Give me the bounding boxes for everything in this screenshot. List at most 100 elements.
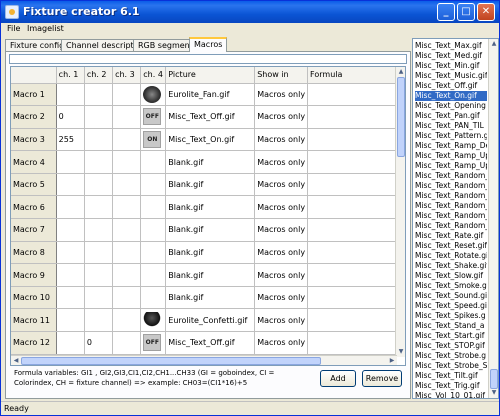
ch2-cell[interactable] [84, 150, 114, 174]
scroll-down-arrow-icon[interactable]: ▼ [396, 347, 405, 357]
image-list-item[interactable]: Misc_Text_Tilt.gif [415, 371, 487, 381]
image-list-item[interactable]: Misc_Text_Max.gif [415, 41, 487, 51]
picture-cell[interactable]: Eurolite_Fan.gif [165, 83, 256, 107]
image-list-item[interactable]: Misc_Text_Strobe.g [415, 351, 487, 361]
add-button[interactable]: Add [320, 370, 356, 387]
ch2-cell[interactable] [84, 195, 114, 220]
ch1-cell[interactable] [56, 195, 85, 220]
ch3-cell[interactable] [112, 83, 142, 107]
grid-header-ch1[interactable]: ch. 1 [56, 67, 85, 84]
row-header[interactable]: Macro 9 [11, 263, 57, 287]
image-list-scrollbar[interactable]: ▲ ▼ [488, 39, 498, 398]
table-row[interactable]: Macro 7 Blank.gif Macros only [11, 218, 405, 242]
grid-header-show-in[interactable]: Show in [254, 67, 309, 84]
image-list-item[interactable]: Misc_Text_Random_ [415, 201, 487, 211]
maximize-button[interactable]: □ [457, 3, 475, 21]
formula-cell[interactable] [307, 83, 405, 107]
show-in-cell[interactable]: Macros only [254, 331, 309, 355]
ch4-cell[interactable] [140, 218, 167, 242]
grid-vscroll-thumb[interactable] [397, 77, 405, 157]
ch1-cell[interactable] [56, 241, 85, 265]
image-list-item[interactable]: Misc_Text_PAN_TIL [415, 121, 487, 131]
show-in-cell[interactable]: Macros only [254, 263, 309, 287]
show-in-cell[interactable]: Macros only [254, 308, 309, 333]
close-button[interactable]: ✕ [477, 3, 495, 21]
grid-header-picture[interactable]: Picture [165, 67, 256, 84]
formula-cell[interactable] [307, 218, 405, 242]
table-row[interactable]: Macro 11 Eurolite_Confetti.gif Macros only [11, 308, 405, 333]
table-row[interactable]: Macro 4 Blank.gif Macros only [11, 150, 405, 174]
grid-header-formula[interactable]: Formula [307, 67, 405, 84]
image-list-item[interactable]: Misc_Text_Opening [415, 101, 487, 111]
picture-cell[interactable]: Blank.gif [165, 241, 256, 265]
ch2-cell[interactable] [84, 241, 114, 265]
ch4-cell[interactable] [140, 308, 167, 333]
imagelist-scroll-down-icon[interactable]: ▼ [489, 388, 498, 398]
ch3-cell[interactable] [112, 105, 142, 129]
image-list-item[interactable]: Misc_Text_Shake.gif [415, 261, 487, 271]
title-bar[interactable]: Fixture creator 6.1 _ □ ✕ [1, 1, 499, 23]
ch4-cell[interactable]: ON [140, 128, 167, 152]
row-header[interactable]: Macro 10 [11, 286, 57, 310]
image-list-item[interactable]: Misc_Text_Min.gif [415, 61, 487, 71]
ch3-cell[interactable] [112, 218, 142, 242]
menu-file[interactable]: File [7, 24, 20, 33]
table-row[interactable]: Macro 12 0 OFF Misc_Text_Off.gif Macros only [11, 331, 405, 355]
image-list-item[interactable]: Misc_Text_Random_ [415, 221, 487, 231]
table-row[interactable]: Macro 8 Blank.gif Macros only [11, 241, 405, 265]
ch3-cell[interactable] [112, 331, 142, 355]
table-row[interactable]: Macro 5 Blank.gif Macros only [11, 173, 405, 197]
table-row[interactable]: Macro 2 0 OFF Misc_Text_Off.gif Macros only [11, 105, 405, 129]
image-list-item[interactable]: Misc_Text_Off.gif [415, 81, 487, 91]
row-header[interactable]: Macro 4 [11, 150, 57, 174]
ch2-cell[interactable] [84, 105, 114, 129]
formula-cell[interactable] [307, 241, 405, 265]
formula-cell[interactable] [307, 263, 405, 287]
ch4-cell[interactable] [140, 286, 167, 310]
ch3-cell[interactable] [112, 195, 142, 220]
table-row[interactable]: Macro 3 255 ON Misc_Text_On.gif Macros only [11, 128, 405, 152]
ch1-cell[interactable] [56, 173, 85, 197]
image-list-item[interactable]: Misc_Text_Speed.gi [415, 301, 487, 311]
show-in-cell[interactable]: Macros only [254, 105, 309, 129]
show-in-cell[interactable]: Macros only [254, 150, 309, 174]
ch1-cell[interactable] [56, 308, 85, 333]
formula-cell[interactable] [307, 128, 405, 152]
image-list-item[interactable]: Misc_Text_Trig.gif [415, 381, 487, 391]
tab-macros[interactable]: Macros [189, 37, 228, 52]
ch3-cell[interactable] [112, 173, 142, 197]
row-header[interactable]: Macro 7 [11, 218, 57, 242]
imagelist-scroll-up-icon[interactable]: ▲ [489, 39, 498, 49]
formula-cell[interactable] [307, 173, 405, 197]
show-in-cell[interactable]: Macros only [254, 241, 309, 265]
grid-header-ch3[interactable]: ch. 3 [112, 67, 142, 84]
ch2-cell[interactable] [84, 263, 114, 287]
image-list-scroll-thumb[interactable] [490, 369, 498, 389]
image-list-item[interactable]: Misc_Text_Music.gif [415, 71, 487, 81]
image-list-item[interactable]: Misc_Text_Ramp_De [415, 141, 487, 151]
ch4-cell[interactable] [140, 83, 167, 107]
formula-cell[interactable] [307, 195, 405, 220]
grid-hscroll-thumb[interactable] [21, 357, 321, 365]
ch1-cell[interactable] [56, 150, 85, 174]
show-in-cell[interactable]: Macros only [254, 286, 309, 310]
ch3-cell[interactable] [112, 150, 142, 174]
ch4-cell[interactable] [140, 150, 167, 174]
image-list-item[interactable]: Misc_Text_Slow.gif [415, 271, 487, 281]
show-in-cell[interactable]: Macros only [254, 128, 309, 152]
table-row[interactable]: Macro 9 Blank.gif Macros only [11, 263, 405, 287]
ch1-cell[interactable] [56, 218, 85, 242]
ch3-cell[interactable] [112, 286, 142, 310]
ch4-cell[interactable] [140, 263, 167, 287]
formula-cell[interactable] [307, 286, 405, 310]
image-list-item[interactable]: Misc_Text_Pan.gif [415, 111, 487, 121]
ch2-cell[interactable] [84, 286, 114, 310]
image-list-item[interactable]: Misc_Text_Reset.gif [415, 241, 487, 251]
row-header[interactable]: Macro 8 [11, 241, 57, 265]
ch1-cell[interactable] [56, 83, 85, 107]
picture-cell[interactable]: Misc_Text_Off.gif [165, 105, 256, 129]
menu-imagelist[interactable]: Imagelist [27, 24, 64, 33]
ch1-cell[interactable]: 0 [56, 105, 85, 129]
row-header[interactable]: Macro 2 [11, 105, 57, 129]
table-row[interactable]: Macro 6 Blank.gif Macros only [11, 195, 405, 220]
